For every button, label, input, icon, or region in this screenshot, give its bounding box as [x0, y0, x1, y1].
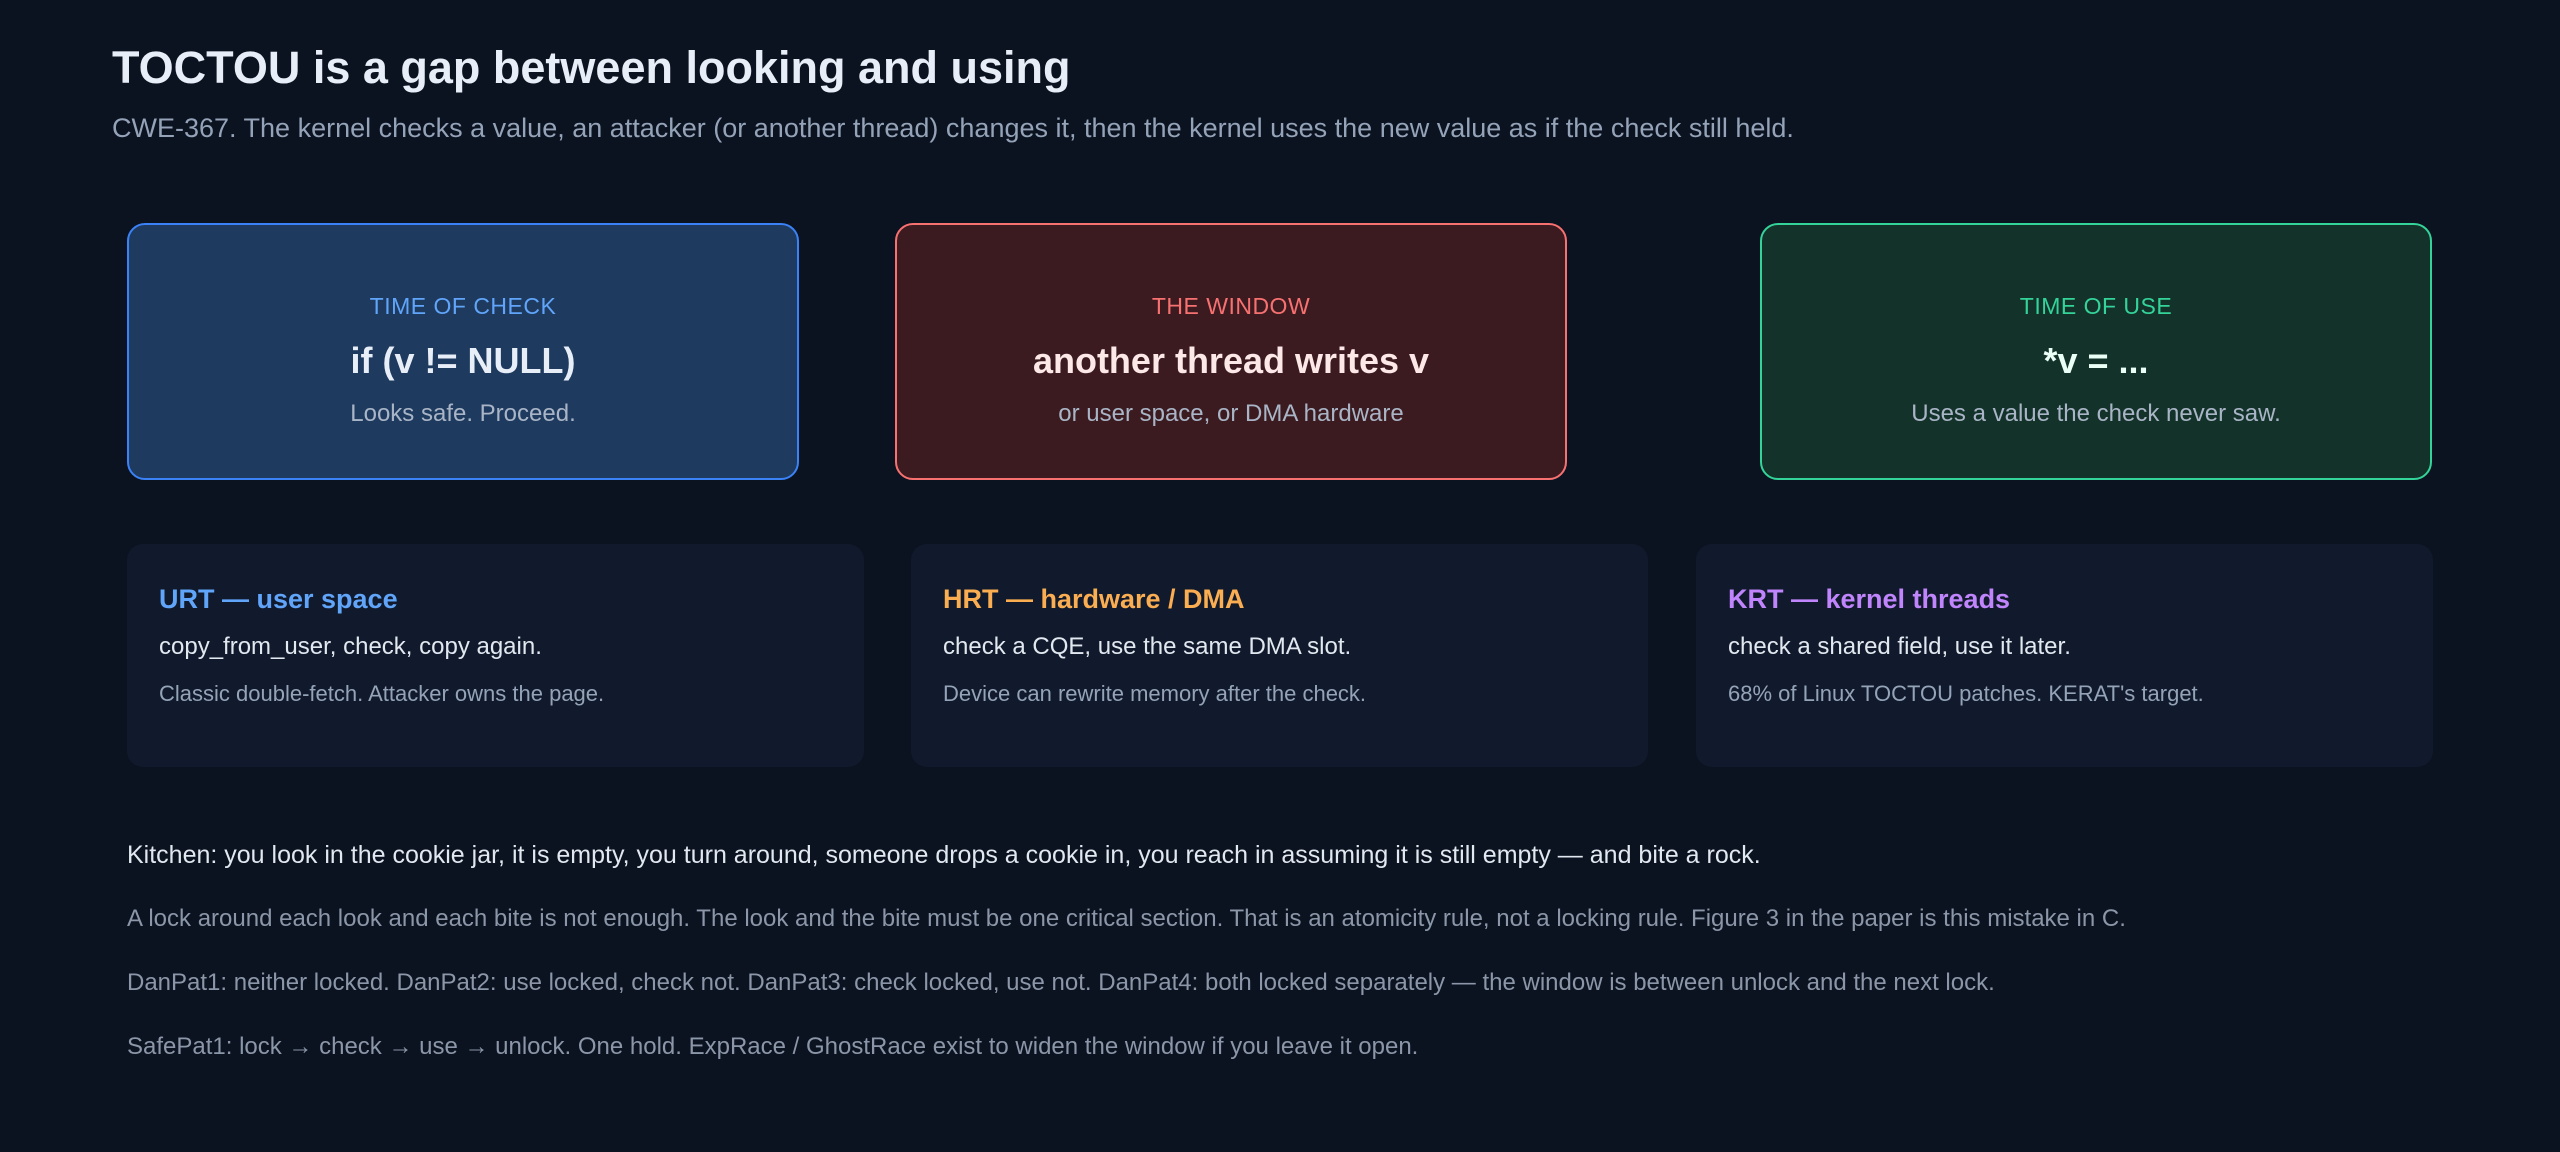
race-type-note: 68% of Linux TOCTOU patches. KERAT's tar… — [1728, 681, 2204, 706]
race-type-note: Classic double-fetch. Attacker owns the … — [159, 681, 605, 706]
race-type-row: URT — user space copy_from_user, check, … — [127, 544, 2433, 767]
phase-code: *v = ... — [2043, 340, 2149, 381]
race-type-card-urt: URT — user space copy_from_user, check, … — [127, 544, 864, 767]
kitchen-analogy: Kitchen: you look in the cookie jar, it … — [127, 841, 1761, 869]
race-type-description: copy_from_user, check, copy again. — [159, 633, 542, 660]
page-title: TOCTOU is a gap between looking and usin… — [112, 42, 1071, 93]
race-type-description: check a shared field, use it later. — [1728, 633, 2071, 660]
phase-note: Looks safe. Proceed. — [350, 400, 576, 427]
race-type-title: HRT — hardware / DMA — [943, 584, 1245, 614]
race-type-description: check a CQE, use the same DMA slot. — [943, 633, 1352, 660]
phase-card-the-window: THE WINDOW another thread writes v or us… — [895, 223, 1567, 480]
race-type-title: URT — user space — [159, 584, 398, 614]
race-type-title: KRT — kernel threads — [1728, 584, 2011, 614]
note-paragraph-danger-patterns: DanPat1: neither locked. DanPat2: use lo… — [127, 969, 1995, 996]
notes-section: Kitchen: you look in the cookie jar, it … — [127, 838, 2427, 1064]
phase-label: TIME OF CHECK — [369, 293, 557, 319]
phase-code: another thread writes v — [1032, 340, 1430, 381]
phase-label: THE WINDOW — [1151, 293, 1311, 319]
phase-note: or user space, or DMA hardware — [1058, 400, 1404, 427]
phase-code: if (v != NULL) — [350, 340, 576, 381]
phase-row: TIME OF CHECK if (v != NULL) Looks safe.… — [127, 223, 2433, 480]
race-type-card-hrt: HRT — hardware / DMA check a CQE, use th… — [911, 544, 1648, 767]
phase-card-time-of-use: TIME OF USE *v = ... Uses a value the ch… — [1760, 223, 2432, 480]
race-type-note: Device can rewrite memory after the chec… — [943, 681, 1367, 706]
page-subtitle: CWE-367. The kernel checks a value, an a… — [112, 113, 1794, 143]
phase-note: Uses a value the check never saw. — [1911, 400, 2281, 427]
phase-card-time-of-check: TIME OF CHECK if (v != NULL) Looks safe.… — [127, 223, 799, 480]
race-type-card-krt: KRT — kernel threads check a shared fiel… — [1696, 544, 2433, 767]
page: TOCTOU is a gap between looking and usin… — [0, 0, 2560, 1152]
note-paragraph-safe-pattern: SafePat1: lock → check → use → unlock. O… — [127, 1033, 1419, 1060]
phase-label: TIME OF USE — [2019, 293, 2173, 319]
note-paragraph-atomicity: A lock around each look and each bite is… — [127, 905, 2126, 932]
